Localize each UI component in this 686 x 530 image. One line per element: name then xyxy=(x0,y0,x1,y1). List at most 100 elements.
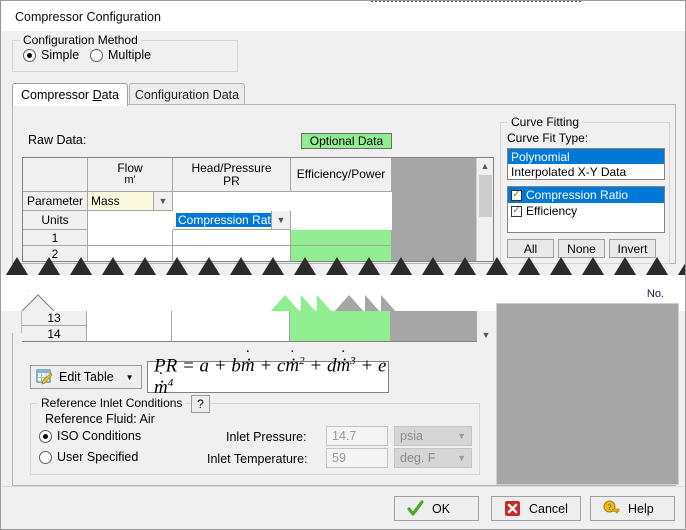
curve-fit-item-efficiency[interactable]: ✓ Efficiency xyxy=(508,203,664,219)
check-icon xyxy=(407,500,424,517)
table-row-number: 2 xyxy=(23,246,88,261)
inlet-temperature-units-value: deg. F xyxy=(400,451,436,465)
inlet-pressure-input[interactable]: 14.7 xyxy=(326,426,388,446)
checkbox-checked-icon[interactable]: ✓ xyxy=(511,205,522,217)
ok-button[interactable]: OK xyxy=(394,496,479,521)
select-all-button[interactable]: All xyxy=(507,239,554,258)
grid-empty-units-block xyxy=(392,211,478,230)
cancel-button-label: Cancel xyxy=(529,501,568,516)
help-button-label: Help xyxy=(628,501,654,516)
column-header-flow-sub: m' xyxy=(124,174,136,187)
parameter-combo-head-pressure[interactable]: Compression Ratio ▼ xyxy=(173,211,291,230)
inlet-pressure-units-value: psia xyxy=(400,429,423,443)
radio-iso-conditions-label: ISO Conditions xyxy=(57,429,142,443)
torn-gap-white xyxy=(1,275,685,291)
scrollbar-thumb[interactable] xyxy=(479,175,492,217)
table-cell-flow-1[interactable] xyxy=(88,230,173,246)
chevron-down-icon[interactable]: ▼ xyxy=(457,431,466,441)
cancel-button[interactable]: Cancel xyxy=(491,496,581,521)
column-header-efficiency-power: Efficiency/Power xyxy=(291,158,392,192)
table-cell-head-1[interactable] xyxy=(173,230,291,246)
column-header-head-pressure: Head/Pressure PR xyxy=(173,158,291,192)
table-edit-icon xyxy=(36,369,53,386)
table-cell-flow-14[interactable] xyxy=(87,311,172,342)
configuration-method-legend: Configuration Method xyxy=(20,33,141,47)
row-header-units: Units xyxy=(23,211,88,230)
grid-bottom-scrollbar[interactable]: ▼ xyxy=(478,311,494,342)
chevron-down-icon[interactable]: ▼ xyxy=(153,192,172,210)
help-question-button[interactable]: ? xyxy=(191,395,210,413)
inlet-pressure-units-select[interactable]: psia ▼ xyxy=(394,426,472,446)
tab-strip: Compressor Data Configuration Data xyxy=(12,83,676,106)
curve-fit-type-option-interpolated[interactable]: Interpolated X-Y Data xyxy=(508,164,664,179)
table-cell-efficiency-14[interactable] xyxy=(290,311,391,342)
x-icon xyxy=(504,500,521,517)
column-header-flow: Flow m' xyxy=(88,158,173,192)
radio-multiple-dot xyxy=(90,48,103,62)
parameter-combo-flow[interactable]: Mass ▼ xyxy=(88,192,173,211)
checkbox-checked-icon[interactable]: ✓ xyxy=(511,189,522,201)
select-none-button[interactable]: None xyxy=(558,239,605,258)
chevron-down-icon[interactable]: ▼ xyxy=(271,211,290,229)
table-row-number: 13 xyxy=(22,311,87,326)
inlet-temperature-label: Inlet Temperature: xyxy=(207,452,308,466)
window-title: Compressor Configuration xyxy=(15,9,161,24)
inlet-pressure-label: Inlet Pressure: xyxy=(226,430,307,444)
table-cell-flow-2[interactable] xyxy=(88,246,173,261)
select-invert-button[interactable]: Invert xyxy=(609,239,656,258)
curve-fitting-legend: Curve Fitting xyxy=(508,115,583,129)
curve-fit-items-listbox[interactable]: ✓ Compression Ratio ✓ Efficiency xyxy=(507,186,665,233)
column-header-efficiency-power-title: Efficiency/Power xyxy=(296,167,386,182)
column-header-head-pressure-sub: PR xyxy=(223,173,240,188)
inlet-temperature-units-select[interactable]: deg. F ▼ xyxy=(394,448,472,468)
ok-button-label: OK xyxy=(432,501,451,516)
caret-down-icon[interactable]: ▼ xyxy=(126,373,134,382)
curve-fit-equation: PR = a + bṁ + cṁ2 + dṁ3 + eṁ4 xyxy=(147,355,389,398)
raw-data-grid-top[interactable]: Flow m' Head/Pressure PR Efficiency/Powe… xyxy=(22,157,494,262)
radio-simple[interactable]: Simple xyxy=(23,48,79,62)
configuration-method-group: Configuration Method Simple Multiple xyxy=(12,33,238,72)
curve-fit-item-compression-ratio[interactable]: ✓ Compression Ratio xyxy=(508,187,664,203)
scroll-up-icon[interactable]: ▲ xyxy=(477,158,493,174)
radio-multiple[interactable]: Multiple xyxy=(90,48,151,62)
right-panel-column-header: No. xyxy=(646,288,664,300)
grid-empty-header-block xyxy=(392,158,478,192)
raw-data-grid-bottom[interactable]: 13 14 ▼ xyxy=(22,311,494,342)
table-cell-efficiency-2[interactable] xyxy=(291,246,392,261)
table-row-number: 14 xyxy=(22,326,87,342)
radio-simple-dot xyxy=(23,48,36,62)
raw-data-label: Raw Data: xyxy=(28,133,87,147)
tab-compressor-data-label: Compressor Data xyxy=(21,88,119,102)
tab-configuration-data[interactable]: Configuration Data xyxy=(129,83,245,105)
table-cell-head-2[interactable] xyxy=(173,246,291,261)
curve-fit-type-listbox[interactable]: Polynomial Interpolated X-Y Data xyxy=(507,148,665,180)
table-cell-efficiency-1[interactable] xyxy=(291,230,392,246)
edit-table-button[interactable]: Edit Table ▼ xyxy=(30,365,142,389)
scroll-down-icon[interactable]: ▼ xyxy=(482,328,491,342)
reference-fluid-label: Reference Fluid: Air xyxy=(45,412,155,426)
radio-user-specified[interactable]: User Specified xyxy=(39,450,138,464)
curve-fit-type-option-polynomial[interactable]: Polynomial xyxy=(508,149,664,164)
optional-data-badge: Optional Data xyxy=(301,133,392,149)
curve-fit-equation-text: PR = a + bṁ + cṁ2 + dṁ3 + eṁ4 xyxy=(154,355,388,400)
tab-compressor-data[interactable]: Compressor Data xyxy=(12,83,128,106)
inlet-temperature-input[interactable]: 59 xyxy=(326,448,388,468)
help-button[interactable]: ? Help xyxy=(590,496,675,521)
column-header-head-pressure-title: Head/Pressure xyxy=(191,160,272,175)
radio-iso-conditions-dot xyxy=(39,429,52,443)
table-cell-head-14[interactable] xyxy=(172,311,290,342)
right-side-panel: No. xyxy=(496,288,679,485)
radio-multiple-label: Multiple xyxy=(108,48,152,62)
curve-fit-type-label: Curve Fit Type: xyxy=(507,131,589,145)
curve-fit-item-efficiency-label: Efficiency xyxy=(526,204,578,218)
curve-fit-type-option-interpolated-label: Interpolated X-Y Data xyxy=(511,164,627,179)
parameter-combo-flow-value: Mass xyxy=(91,194,120,208)
grid-corner-header xyxy=(23,158,88,192)
table-row-number: 1 xyxy=(23,230,88,246)
title-bar: Compressor Configuration xyxy=(2,2,685,31)
grid-vertical-scrollbar[interactable]: ▲ xyxy=(476,158,493,261)
edit-table-label: Edit Table xyxy=(59,370,114,384)
chevron-down-icon[interactable]: ▼ xyxy=(457,453,466,463)
grid-empty-block-2 xyxy=(392,246,478,261)
radio-iso-conditions[interactable]: ISO Conditions xyxy=(39,429,141,443)
